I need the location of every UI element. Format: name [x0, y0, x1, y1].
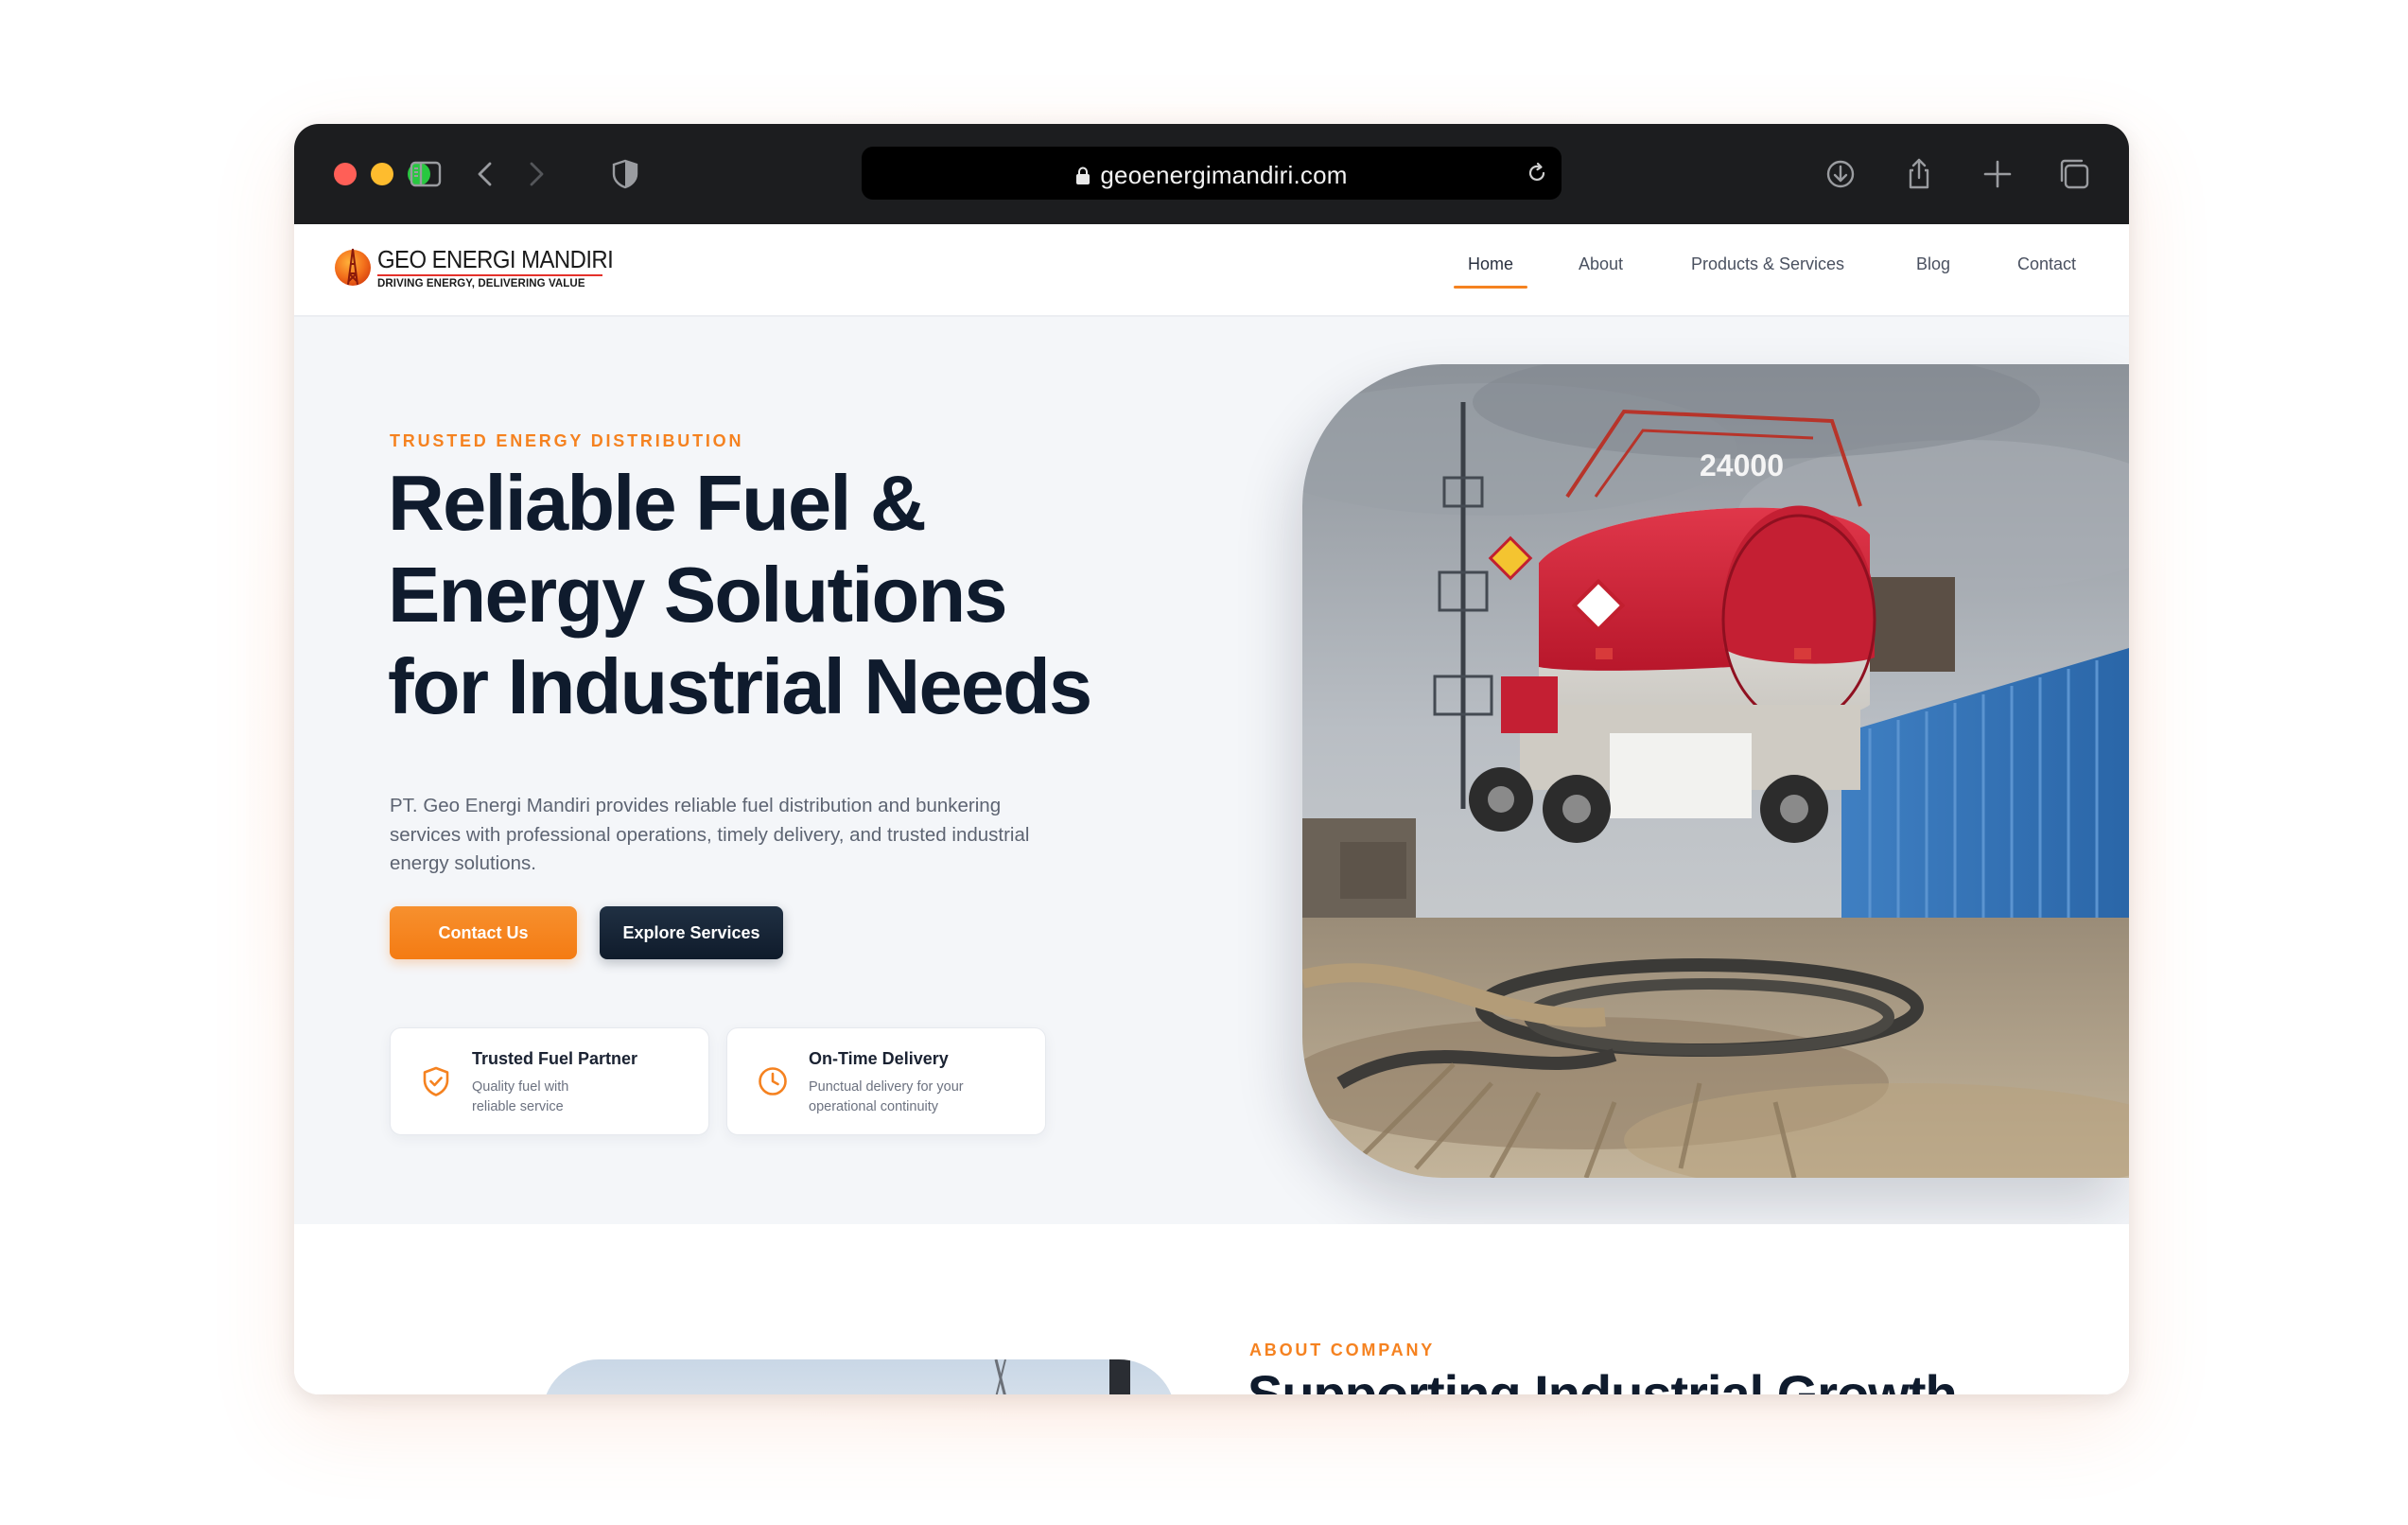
share-icon[interactable]: [1901, 156, 1937, 192]
browser-toolbar: geoenergimandiri.com: [294, 124, 2129, 224]
nav-home[interactable]: Home: [1468, 254, 1513, 274]
hero-eyebrow: TRUSTED ENERGY DISTRIBUTION: [390, 431, 744, 450]
logo-wordmark: GEO ENERGI MANDIRI: [377, 245, 614, 273]
site-logo[interactable]: GEO ENERGI MANDIRI DRIVING ENERGY, DELIV…: [332, 243, 616, 292]
feature-description: Punctual delivery for your operational c…: [809, 1079, 964, 1114]
nav-about[interactable]: About: [1579, 254, 1623, 274]
feature-title: Trusted Fuel Partner: [472, 1049, 638, 1068]
url-text: geoenergimandiri.com: [1100, 161, 1348, 189]
address-bar[interactable]: geoenergimandiri.com: [862, 147, 1562, 200]
download-icon[interactable]: [1823, 156, 1858, 192]
about-title: Supporting Industrial Growth: [1248, 1364, 1958, 1394]
feature-description: Quality fuel with reliable service: [472, 1079, 569, 1114]
reload-icon[interactable]: [1524, 160, 1550, 186]
shield-icon[interactable]: [607, 156, 643, 192]
clock-icon: [759, 1067, 787, 1096]
hero-fuel-truck-photo: 24000: [1302, 364, 2129, 1178]
hero-section: TRUSTED ENERGY DISTRIBUTION Reliable Fue…: [294, 317, 2129, 1224]
logo-divider: [377, 274, 602, 276]
feature-title: On-Time Delivery: [809, 1049, 949, 1068]
logo-tagline: DRIVING ENERGY, DELIVERING VALUE: [377, 278, 585, 289]
forward-icon[interactable]: [517, 156, 553, 192]
feature-card-on-time-delivery: On-Time Delivery Punctual delivery for y…: [726, 1027, 1046, 1135]
browser-window: geoenergimandiri.com GEO ENERGI MANDIRI …: [294, 124, 2129, 1394]
about-eyebrow: ABOUT COMPANY: [1249, 1341, 1436, 1359]
lock-icon: [1076, 167, 1091, 184]
hero-description: PT. Geo Energi Mandiri provides reliable…: [390, 795, 1030, 874]
tabs-overview-icon[interactable]: [2056, 156, 2092, 192]
nav-products-services[interactable]: Products & Services: [1691, 254, 1844, 274]
shield-check-icon: [423, 1066, 449, 1096]
site-header: GEO ENERGI MANDIRI DRIVING ENERGY, DELIV…: [294, 224, 2129, 317]
nav-active-indicator: [1454, 286, 1527, 289]
web-page: GEO ENERGI MANDIRI DRIVING ENERGY, DELIV…: [294, 224, 2129, 1394]
hero-title-line-2: Energy Solutions: [388, 551, 1008, 639]
feature-card-trusted-partner: Trusted Fuel Partner Quality fuel with r…: [390, 1027, 709, 1135]
contact-us-button[interactable]: Contact Us: [390, 906, 577, 959]
oil-rig-logo-icon: [335, 248, 371, 286]
new-tab-icon[interactable]: [1980, 156, 2015, 192]
hero-title-line-3: for Industrial Needs: [388, 642, 1092, 730]
explore-services-button[interactable]: Explore Services: [600, 906, 783, 959]
sidebar-icon[interactable]: [408, 156, 444, 192]
hero-title: Reliable Fuel & Energy Solutions for Ind…: [388, 457, 1125, 732]
tank-capacity-label: 24000: [1700, 448, 1784, 482]
nav-blog[interactable]: Blog: [1916, 254, 1950, 274]
about-section: ABOUT COMPANY Supporting Industrial Grow…: [294, 1224, 2129, 1394]
about-photo: [542, 1359, 1176, 1394]
back-icon[interactable]: [468, 156, 504, 192]
hero-title-line-1: Reliable Fuel &: [388, 459, 927, 547]
close-window-button[interactable]: [334, 163, 357, 185]
minimize-window-button[interactable]: [371, 163, 393, 185]
url-display: geoenergimandiri.com: [862, 161, 1562, 190]
nav-contact[interactable]: Contact: [2017, 254, 2076, 274]
